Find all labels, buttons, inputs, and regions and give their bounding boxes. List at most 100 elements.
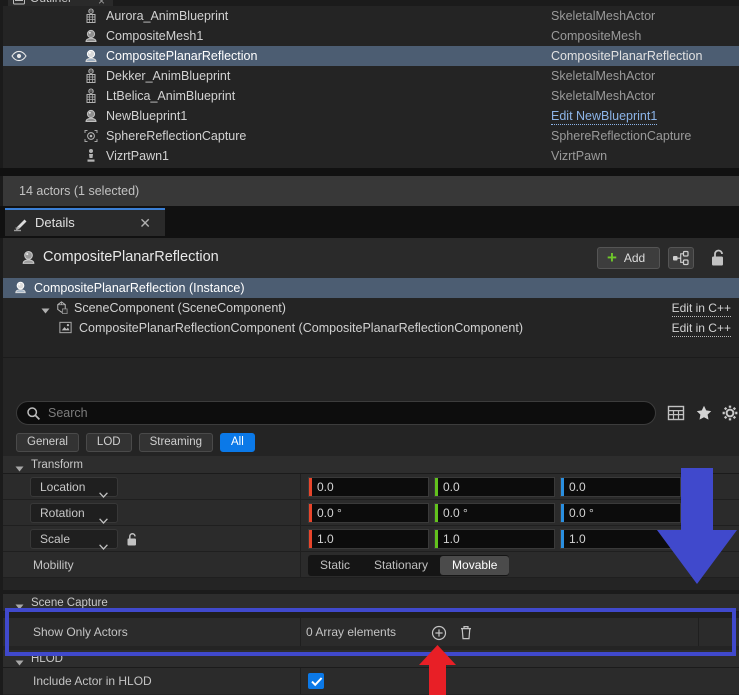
actor-sphere-icon bbox=[83, 108, 99, 124]
rotation-z-field[interactable]: 0.0 ° bbox=[560, 503, 681, 523]
transform-row-scale: Scale 1.0 1.0 1.0 bbox=[3, 526, 739, 552]
rotation-dropdown[interactable]: Rotation bbox=[30, 503, 118, 523]
chevron-down-icon bbox=[99, 485, 108, 491]
mobility-option-stationary[interactable]: Stationary bbox=[362, 556, 440, 575]
scale-dropdown[interactable]: Scale bbox=[30, 529, 118, 549]
outliner-row-name: SphereReflectionCapture bbox=[106, 126, 246, 146]
include-actor-in-hlod-checkbox[interactable] bbox=[308, 673, 324, 689]
details-pencil-icon bbox=[13, 216, 28, 231]
location-y-field[interactable]: 0.0 bbox=[434, 477, 555, 497]
scene-component-icon bbox=[54, 300, 69, 315]
outliner-row[interactable]: SphereReflectionCapture SphereReflection… bbox=[3, 126, 739, 146]
component-row-label: SceneComponent (SceneComponent) bbox=[74, 298, 286, 318]
planar-reflection-component-icon bbox=[58, 320, 73, 335]
outliner-row[interactable]: Dekker_AnimBlueprint SkeletalMeshActor bbox=[3, 66, 739, 86]
unreal-editor-screenshot: Outliner × Aurora_AnimBlueprint Skeletal… bbox=[0, 0, 739, 695]
rotation-y-value: 0.0 ° bbox=[443, 504, 468, 522]
scale-lock-icon[interactable] bbox=[125, 532, 141, 547]
panel-divider bbox=[0, 168, 739, 176]
location-dropdown[interactable]: Location bbox=[30, 477, 118, 497]
transform-section-header[interactable]: Transform bbox=[3, 456, 739, 474]
component-row-label: CompositePlanarReflection (Instance) bbox=[34, 278, 245, 298]
transform-section-title: Transform bbox=[31, 456, 83, 474]
search-placeholder: Search bbox=[48, 402, 88, 424]
chevron-down-icon[interactable] bbox=[41, 304, 50, 312]
filter-chip-all[interactable]: All bbox=[220, 433, 255, 452]
mobility-toggle-group: Static Stationary Movable bbox=[308, 555, 509, 576]
add-button[interactable]: + Add bbox=[597, 247, 660, 269]
edit-in-cpp-link[interactable]: Edit in C++ bbox=[672, 300, 731, 317]
scale-x-value: 1.0 bbox=[317, 530, 334, 548]
mobility-option-movable[interactable]: Movable bbox=[440, 556, 509, 575]
tab-outliner-label: Outliner bbox=[30, 0, 72, 5]
table-view-icon[interactable] bbox=[667, 404, 685, 422]
settings-gear-icon[interactable] bbox=[721, 404, 739, 422]
outliner-row-name: NewBlueprint1 bbox=[106, 106, 187, 126]
chevron-down-icon[interactable] bbox=[15, 600, 24, 608]
transform-row-location: Location 0.0 0.0 0.0 bbox=[3, 474, 739, 500]
chevron-down-icon[interactable] bbox=[15, 656, 24, 664]
edit-blueprint-link[interactable]: Edit NewBlueprint1 bbox=[551, 108, 657, 125]
search-input[interactable]: Search bbox=[16, 401, 656, 425]
outliner-row[interactable]: CompositeMesh1 CompositeMesh bbox=[3, 26, 739, 46]
rotation-label: Rotation bbox=[40, 506, 85, 520]
scale-y-field[interactable]: 1.0 bbox=[434, 529, 555, 549]
filter-chip-general[interactable]: General bbox=[16, 433, 79, 452]
rotation-z-value: 0.0 ° bbox=[569, 504, 594, 522]
component-row-root[interactable]: CompositePlanarReflection (Instance) bbox=[3, 278, 739, 298]
eye-icon[interactable] bbox=[11, 49, 27, 63]
skeletal-mesh-icon bbox=[83, 68, 99, 84]
filter-chip-lod[interactable]: LOD bbox=[86, 433, 132, 452]
outliner-row[interactable]: VizrtPawn1 VizrtPawn bbox=[3, 146, 739, 166]
tab-details[interactable]: Details ✕ bbox=[5, 208, 165, 236]
hlod-section: HLOD Include Actor in HLOD bbox=[0, 650, 739, 695]
outliner-row[interactable]: LtBelica_AnimBlueprint SkeletalMeshActor bbox=[3, 86, 739, 106]
filter-chip-streaming[interactable]: Streaming bbox=[139, 433, 213, 452]
chevron-down-icon[interactable] bbox=[15, 462, 24, 470]
rotation-y-field[interactable]: 0.0 ° bbox=[434, 503, 555, 523]
scale-z-field[interactable]: 1.0 bbox=[560, 529, 681, 549]
actor-sphere-icon bbox=[20, 249, 37, 266]
component-graph-button[interactable] bbox=[668, 247, 694, 269]
outliner-row-selected[interactable]: CompositePlanarReflection CompositePlana… bbox=[3, 46, 739, 66]
outliner-row-type: SkeletalMeshActor bbox=[551, 6, 655, 26]
actor-sphere-icon bbox=[13, 280, 28, 295]
close-icon[interactable]: ✕ bbox=[139, 210, 151, 236]
location-x-field[interactable]: 0.0 bbox=[308, 477, 429, 497]
favorites-star-icon[interactable] bbox=[695, 404, 713, 422]
outliner-icon bbox=[13, 0, 25, 4]
outliner-row[interactable]: Aurora_AnimBlueprint SkeletalMeshActor bbox=[3, 6, 739, 26]
divider bbox=[300, 500, 301, 526]
details-search-area: Search General LOD Streaming All bbox=[0, 358, 739, 456]
axis-z-bar bbox=[561, 504, 564, 522]
component-row[interactable]: CompositePlanarReflectionComponent (Comp… bbox=[3, 318, 739, 338]
axis-x-bar bbox=[309, 504, 312, 522]
location-label: Location bbox=[40, 480, 85, 494]
component-row[interactable]: SceneComponent (SceneComponent) Edit in … bbox=[3, 298, 739, 318]
component-row-label: CompositePlanarReflectionComponent (Comp… bbox=[79, 318, 523, 338]
location-x-value: 0.0 bbox=[317, 478, 334, 496]
location-z-field[interactable]: 0.0 bbox=[560, 477, 681, 497]
divider bbox=[300, 552, 301, 578]
add-button-label: Add bbox=[624, 251, 645, 265]
axis-y-bar bbox=[435, 530, 438, 548]
axis-x-bar bbox=[309, 478, 312, 496]
scale-label: Scale bbox=[40, 532, 70, 546]
outliner-row-name: CompositePlanarReflection bbox=[106, 46, 257, 66]
mobility-option-static[interactable]: Static bbox=[308, 556, 362, 575]
outliner-row-type: VizrtPawn bbox=[551, 146, 607, 166]
edit-in-cpp-link[interactable]: Edit in C++ bbox=[672, 320, 731, 337]
scale-x-field[interactable]: 1.0 bbox=[308, 529, 429, 549]
location-z-value: 0.0 bbox=[569, 478, 586, 496]
rotation-x-field[interactable]: 0.0 ° bbox=[308, 503, 429, 523]
outliner-row[interactable]: NewBlueprint1 Edit NewBlueprint1 bbox=[3, 106, 739, 126]
chevron-down-icon bbox=[99, 511, 108, 517]
outliner-row-name: LtBelica_AnimBlueprint bbox=[106, 86, 235, 106]
lock-details-icon[interactable] bbox=[709, 248, 727, 268]
component-tree: CompositePlanarReflection (Instance) Sce… bbox=[0, 278, 739, 358]
skeletal-mesh-icon bbox=[83, 88, 99, 104]
divider bbox=[300, 668, 301, 694]
details-header: CompositePlanarReflection + Add bbox=[0, 238, 739, 278]
blue-highlight-box-annotation bbox=[5, 608, 736, 656]
outliner-row-type: SphereReflectionCapture bbox=[551, 126, 691, 146]
